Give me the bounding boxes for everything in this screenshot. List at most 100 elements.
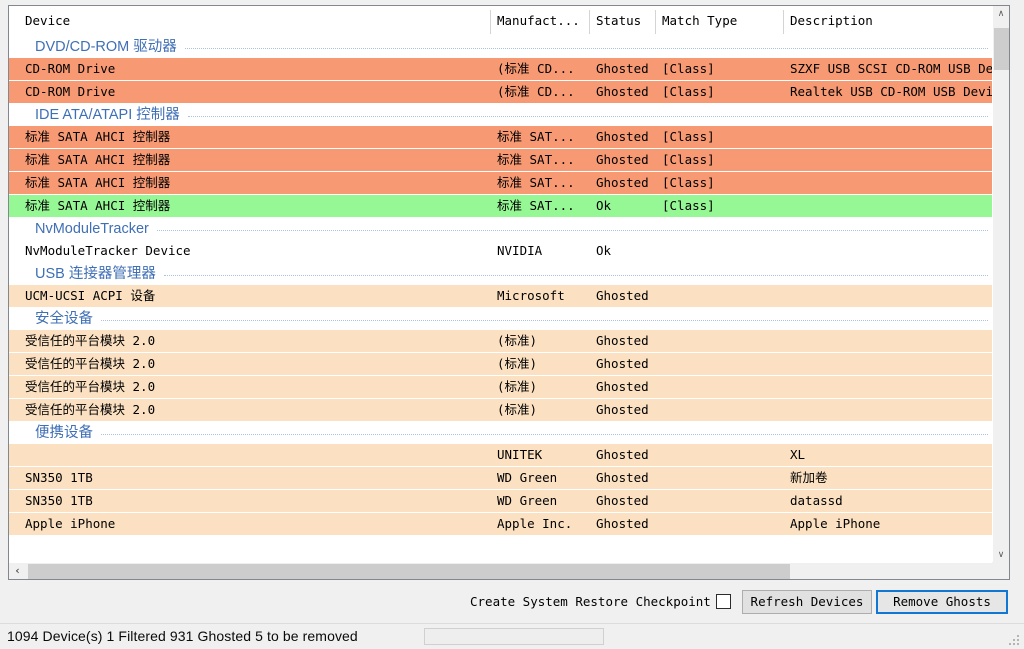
table-row[interactable]: 受信任的平台模块 2.0 (标准) Ghosted (9, 330, 994, 353)
table-row[interactable]: 标准 SATA AHCI 控制器 标准 SAT... Ghosted [Class] (9, 172, 994, 195)
cell-manufacturer: (标准) (497, 402, 538, 417)
device-list-header[interactable]: Device Manufact... Status Match Type Descrip… (9, 6, 994, 36)
device-group-header: IDE ATA/ATAPI 控制器 (9, 104, 994, 126)
cell-status: Ok (596, 243, 612, 258)
column-divider[interactable] (490, 10, 491, 34)
device-group-header: USB 连接器管理器 (9, 263, 994, 285)
table-row[interactable]: UNITEK Ghosted XL (9, 444, 994, 467)
table-row[interactable]: 标准 SATA AHCI 控制器 标准 SAT... Ghosted [Class] (9, 126, 994, 149)
cell-match_type (655, 376, 783, 398)
cell-match_type: [Class] (662, 175, 715, 190)
device-group-label: 安全设备 (35, 311, 93, 327)
cell-status: Ghosted (596, 470, 649, 485)
remove-ghosts-button[interactable]: Remove Ghosts (876, 590, 1008, 614)
column-divider[interactable] (589, 10, 590, 34)
cell-description (783, 376, 994, 398)
cell-description (783, 149, 994, 171)
horizontal-scrollbar-thumb[interactable] (28, 564, 790, 579)
cell-match_type (655, 490, 783, 512)
device-group-header: 安全设备 (9, 308, 994, 330)
cell-manufacturer: NVIDIA (497, 243, 543, 258)
device-group-rule (156, 230, 988, 232)
cell-status: Ghosted (596, 493, 649, 508)
column-header-status[interactable]: Status (589, 6, 655, 36)
cell-device: Apple iPhone (25, 516, 116, 531)
cell-device: 受信任的平台模块 2.0 (25, 356, 156, 371)
cell-match_type (655, 240, 783, 262)
cell-device: 标准 SATA AHCI 控制器 (25, 152, 171, 167)
cell-status: Ghosted (596, 61, 649, 76)
ghost-device-manager-window: Device Manufact... Status Match Type Descrip… (0, 0, 1024, 649)
cell-device (18, 444, 490, 466)
cell-status: Ghosted (596, 152, 649, 167)
cell-device: 标准 SATA AHCI 控制器 (25, 175, 171, 190)
cell-description (783, 126, 994, 148)
table-row[interactable]: 标准 SATA AHCI 控制器 标准 SAT... Ok [Class] (9, 195, 994, 218)
column-divider[interactable] (783, 10, 784, 34)
cell-manufacturer: (标准 CD... (497, 84, 575, 99)
device-group-rule (163, 275, 988, 277)
cell-status: Ghosted (596, 516, 649, 531)
cell-match_type (655, 285, 783, 307)
column-header-match_type[interactable]: Match Type (655, 6, 783, 36)
bottom-toolbar: Create System Restore Checkpoint Refresh… (0, 582, 1024, 623)
cell-description: XL (790, 447, 806, 462)
cell-device: 受信任的平台模块 2.0 (25, 333, 156, 348)
scroll-up-arrow-icon[interactable]: ∧ (993, 6, 1009, 23)
device-group-header: NvModuleTracker (9, 218, 994, 240)
device-list-viewport: Device Manufact... Status Match Type Descrip… (9, 6, 994, 564)
refresh-devices-button[interactable]: Refresh Devices (742, 590, 872, 614)
horizontal-scrollbar[interactable]: ‹ › (9, 562, 1009, 579)
table-row[interactable]: CD-ROM Drive (标准 CD... Ghosted [Class] SZXF … (9, 58, 994, 81)
device-group-rule (187, 116, 988, 118)
table-row[interactable]: 受信任的平台模块 2.0 (标准) Ghosted (9, 399, 994, 422)
table-row[interactable]: Apple iPhone Apple Inc. Ghosted Apple iPhon… (9, 513, 994, 536)
cell-device: NvModuleTracker Device (25, 243, 191, 258)
table-row[interactable]: NvModuleTracker Device NVIDIA Ok (9, 240, 994, 263)
cell-manufacturer: WD Green (497, 493, 558, 508)
table-row[interactable]: CD-ROM Drive (标准 CD... Ghosted [Class] Realt… (9, 81, 994, 104)
cell-description (783, 285, 994, 307)
column-header-description[interactable]: Description (783, 6, 994, 36)
cell-device: 受信任的平台模块 2.0 (25, 379, 156, 394)
cell-status: Ghosted (596, 84, 649, 99)
cell-manufacturer: (标准) (497, 356, 538, 371)
device-list-view[interactable]: Device Manufact... Status Match Type Descrip… (8, 5, 1010, 580)
scroll-left-arrow-icon[interactable]: ‹ (9, 563, 26, 579)
table-row[interactable]: 受信任的平台模块 2.0 (标准) Ghosted (9, 376, 994, 399)
column-divider[interactable] (655, 10, 656, 34)
create-restore-checkpoint-label: Create System Restore Checkpoint (470, 594, 711, 609)
cell-description (783, 240, 994, 262)
cell-device: UCM-UCSI ACPI 设备 (25, 288, 156, 303)
cell-match_type: [Class] (662, 152, 715, 167)
column-header-device[interactable]: Device (18, 6, 490, 36)
device-list-body[interactable]: DVD/CD-ROM 驱动器 CD-ROM Drive (标准 CD... Ghost… (9, 36, 994, 564)
device-group-label: NvModuleTracker (35, 221, 149, 237)
cell-status: Ghosted (596, 356, 649, 371)
vertical-scrollbar-thumb[interactable] (994, 28, 1009, 70)
cell-description (783, 353, 994, 375)
table-row[interactable]: SN350 1TB WD Green Ghosted datassd (9, 490, 994, 513)
cell-match_type: [Class] (662, 129, 715, 144)
table-row[interactable]: 受信任的平台模块 2.0 (标准) Ghosted (9, 353, 994, 376)
resize-grip-icon[interactable] (1009, 635, 1021, 647)
cell-status: Ghosted (596, 402, 649, 417)
device-group-header: DVD/CD-ROM 驱动器 (9, 36, 994, 58)
device-group-rule (101, 320, 988, 322)
column-header-manufacturer[interactable]: Manufact... (490, 6, 589, 36)
cell-status: Ok (596, 198, 612, 213)
create-restore-checkpoint-checkbox[interactable] (716, 594, 731, 609)
device-group-header: 便携设备 (9, 422, 994, 444)
cell-description (783, 195, 994, 217)
table-row[interactable]: SN350 1TB WD Green Ghosted 新加卷 (9, 467, 994, 490)
cell-manufacturer: (标准) (497, 333, 538, 348)
device-group-rule (184, 48, 988, 50)
cell-status: Ghosted (596, 447, 649, 462)
table-row[interactable]: 标准 SATA AHCI 控制器 标准 SAT... Ghosted [Class] (9, 149, 994, 172)
vertical-scrollbar[interactable]: ∧ ∨ (992, 6, 1009, 564)
table-row[interactable]: UCM-UCSI ACPI 设备 Microsoft Ghosted (9, 285, 994, 308)
cell-device: 受信任的平台模块 2.0 (25, 402, 156, 417)
cell-manufacturer: (标准 CD... (497, 61, 575, 76)
cell-status: Ghosted (596, 175, 649, 190)
cell-description: Realtek USB CD-ROM USB Device (790, 84, 994, 99)
